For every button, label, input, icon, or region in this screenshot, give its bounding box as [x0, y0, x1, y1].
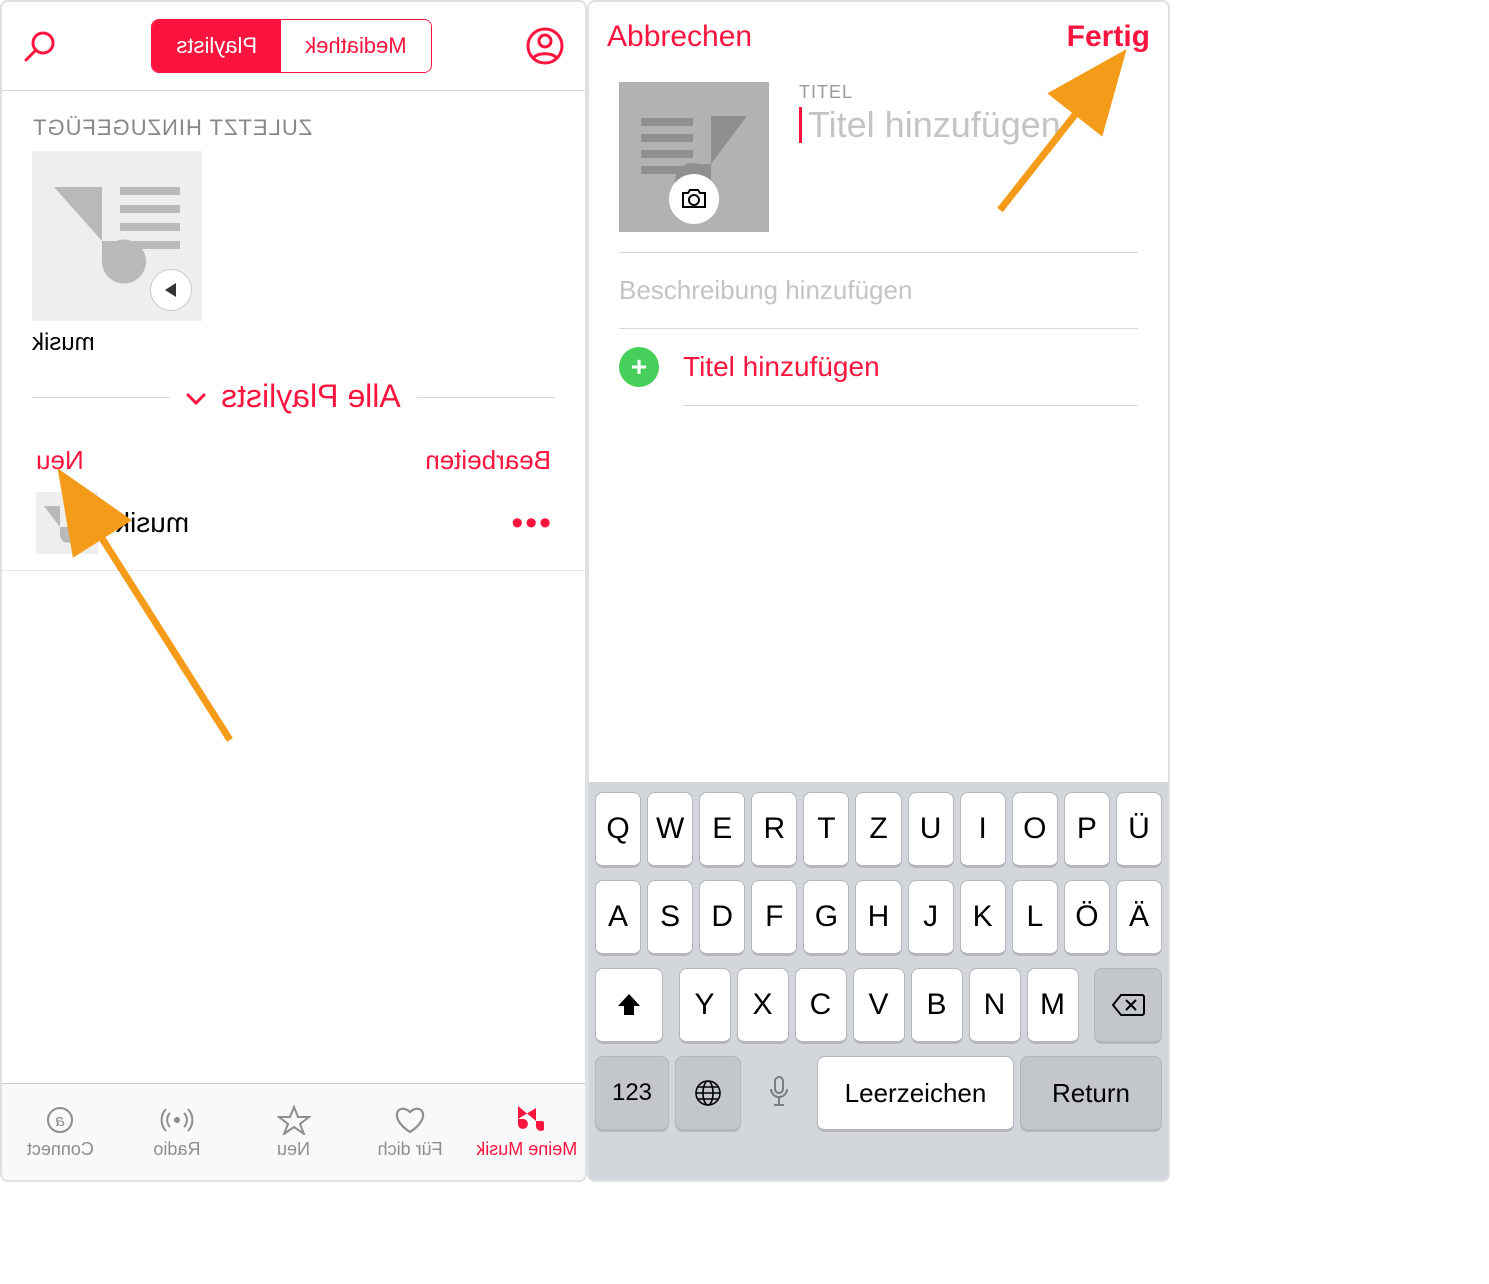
key-w[interactable]: W — [647, 792, 693, 868]
play-icon[interactable] — [150, 269, 192, 311]
screenshot-left: Mediathek Playlists ZULETZT HINZUGEFÜGT … — [0, 0, 587, 1182]
key-q[interactable]: Q — [595, 792, 641, 868]
segment-playlists[interactable]: Playlists — [152, 20, 281, 72]
edit-button[interactable]: Bearbeiten — [425, 445, 551, 476]
tab-for-you[interactable]: Für dich — [352, 1084, 469, 1180]
playlist-row[interactable]: ••• musik — [2, 476, 585, 571]
section-recently-added: ZULETZT HINZUGEFÜGT — [2, 91, 585, 151]
backspace-key[interactable] — [1094, 968, 1162, 1044]
key-g[interactable]: G — [803, 880, 849, 956]
plus-icon: + — [619, 347, 659, 387]
nav-bar: Mediathek Playlists — [2, 2, 585, 91]
key-y[interactable]: Y — [679, 968, 731, 1044]
key-t[interactable]: T — [803, 792, 849, 868]
key-s[interactable]: S — [647, 880, 693, 956]
tab-new[interactable]: Neu — [235, 1084, 352, 1180]
segment-library[interactable]: Mediathek — [281, 20, 431, 72]
globe-key[interactable] — [675, 1056, 741, 1132]
playlist-thumb-icon — [36, 492, 98, 554]
separator — [683, 405, 1138, 406]
key-l[interactable]: L — [1012, 880, 1058, 956]
key-i[interactable]: I — [960, 792, 1006, 868]
key-ö[interactable]: Ö — [1064, 880, 1110, 956]
done-button[interactable]: Fertig — [1067, 20, 1150, 54]
segmented-control[interactable]: Mediathek Playlists — [151, 19, 431, 73]
tab-connect[interactable]: a Connect — [2, 1084, 119, 1180]
add-songs-button[interactable]: + Titel hinzufügen — [589, 329, 1168, 405]
key-d[interactable]: D — [699, 880, 745, 956]
space-key[interactable]: Leerzeichen — [817, 1056, 1014, 1132]
key-b[interactable]: B — [911, 968, 963, 1044]
new-button[interactable]: Neu — [36, 445, 84, 476]
screenshot-right: Abbrechen Fertig TITEL Titel hinz — [587, 0, 1170, 1182]
shift-key[interactable] — [595, 968, 663, 1044]
key-j[interactable]: J — [908, 880, 954, 956]
keyboard: QWERTZUIOPÜ ASDFGHJKLÖÄ YXCVBNM 123 — [589, 782, 1168, 1180]
artwork-placeholder[interactable] — [619, 82, 769, 232]
cancel-button[interactable]: Abbrechen — [607, 20, 752, 54]
key-p[interactable]: P — [1064, 792, 1110, 868]
key-r[interactable]: R — [751, 792, 797, 868]
key-m[interactable]: M — [1027, 968, 1079, 1044]
tab-bar: Meine Musik Für dich Neu Radio a Connect — [2, 1083, 585, 1180]
key-x[interactable]: X — [737, 968, 789, 1044]
description-input[interactable]: Beschreibung hinzufügen — [589, 253, 1168, 328]
search-icon[interactable] — [22, 28, 58, 64]
playlist-card-label: musik — [2, 321, 585, 357]
dictation-key[interactable] — [747, 1056, 811, 1128]
key-o[interactable]: O — [1012, 792, 1058, 868]
key-f[interactable]: F — [751, 880, 797, 956]
key-n[interactable]: N — [969, 968, 1021, 1044]
all-playlists-dropdown[interactable]: Alle Playlists — [2, 378, 585, 415]
key-c[interactable]: C — [795, 968, 847, 1044]
key-k[interactable]: K — [960, 880, 1006, 956]
key-ä[interactable]: Ä — [1116, 880, 1162, 956]
tab-my-music[interactable]: Meine Musik — [468, 1084, 585, 1180]
profile-icon[interactable] — [525, 26, 565, 66]
key-z[interactable]: Z — [855, 792, 901, 868]
playlist-card[interactable] — [32, 151, 202, 321]
numbers-key[interactable]: 123 — [595, 1056, 669, 1132]
title-input[interactable]: Titel hinzufügen — [799, 107, 1138, 143]
key-a[interactable]: A — [595, 880, 641, 956]
camera-icon[interactable] — [669, 174, 719, 224]
more-icon[interactable]: ••• — [509, 504, 551, 543]
title-field-label: TITEL — [799, 82, 1138, 103]
return-key[interactable]: Return — [1020, 1056, 1162, 1132]
key-h[interactable]: H — [855, 880, 901, 956]
key-u[interactable]: U — [908, 792, 954, 868]
playlist-edit-header: TITEL Titel hinzufügen — [589, 72, 1168, 252]
chevron-down-icon — [186, 393, 206, 405]
svg-text:a: a — [56, 1111, 65, 1130]
playlist-row-label: musik — [116, 507, 189, 539]
key-e[interactable]: E — [699, 792, 745, 868]
nav-bar: Abbrechen Fertig — [589, 2, 1168, 72]
key-ü[interactable]: Ü — [1116, 792, 1162, 868]
key-v[interactable]: V — [853, 968, 905, 1044]
tab-radio[interactable]: Radio — [119, 1084, 236, 1180]
